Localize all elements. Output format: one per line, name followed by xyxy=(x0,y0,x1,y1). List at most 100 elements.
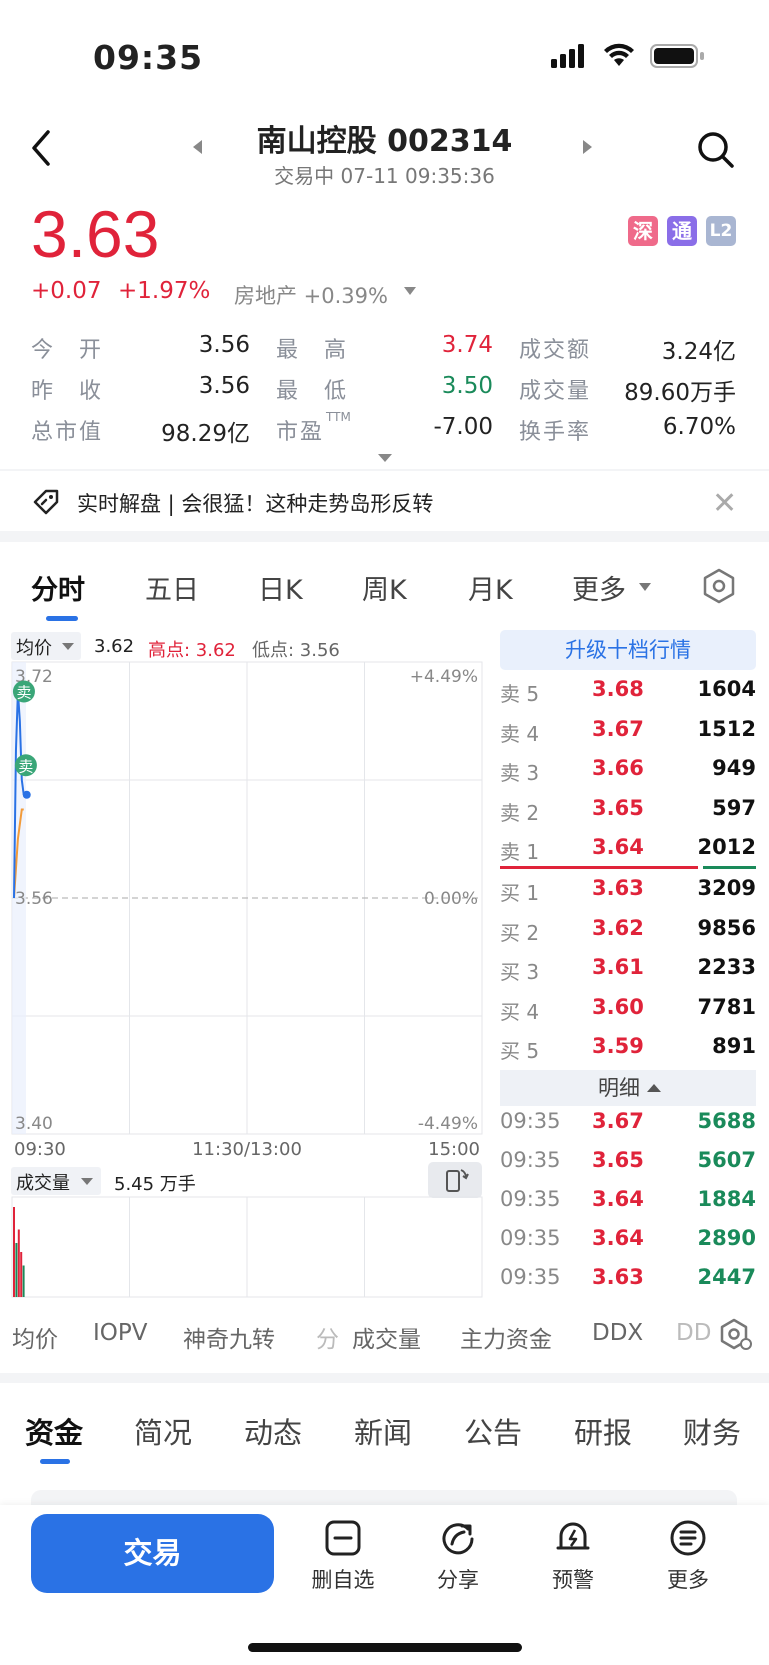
ask-volume: 1604 xyxy=(697,677,756,701)
market-cap-value: 98.29亿 xyxy=(161,421,250,447)
ask-row[interactable]: 卖 5 3.68 1604 xyxy=(500,672,756,711)
info-tab-capital[interactable]: 资金 xyxy=(25,1410,83,1452)
avg-price-value: 3.62 xyxy=(94,636,135,657)
tab-monthly-k[interactable]: 月K xyxy=(468,568,513,607)
tick-volume: 2890 xyxy=(697,1226,756,1250)
pct-label-mid: 0.00% xyxy=(424,889,478,909)
ask-level-label: 卖 5 xyxy=(500,682,540,706)
bid-row[interactable]: 买 3 3.61 2233 xyxy=(500,950,756,989)
chevron-down-icon[interactable] xyxy=(62,643,74,650)
low-value: 3.50 xyxy=(441,373,493,399)
chevron-down-icon[interactable] xyxy=(639,583,651,591)
news-banner-text[interactable]: 实时解盘 | 会很猛！这种走势岛形反转 xyxy=(77,488,433,518)
bid-row[interactable]: 买 1 3.63 3209 xyxy=(500,871,756,910)
ask-divider-red xyxy=(500,866,698,869)
level2-badge: L2 xyxy=(706,216,736,246)
indicator-settings-icon[interactable] xyxy=(718,1318,754,1352)
minus-square-icon xyxy=(325,1520,361,1556)
tab-daily-k[interactable]: 日K xyxy=(258,568,303,607)
upgrade-ten-level-button[interactable]: 升级十档行情 xyxy=(500,630,756,670)
info-tab-news[interactable]: 新闻 xyxy=(354,1410,412,1452)
pct-label-top: +4.49% xyxy=(410,667,478,687)
volume-bars xyxy=(13,1207,25,1297)
indicator-tab-magic-nine[interactable]: 神奇九转 xyxy=(183,1320,275,1354)
settings-hex-icon[interactable] xyxy=(702,568,736,604)
chevron-up-icon[interactable] xyxy=(647,1084,661,1092)
bid-price: 3.59 xyxy=(592,1034,644,1058)
search-icon[interactable] xyxy=(696,130,736,170)
bid-volume: 2233 xyxy=(697,955,756,979)
avg-price-select-label: 均价 xyxy=(16,638,52,659)
sell-marker-label: 卖 xyxy=(18,757,33,775)
y-label-mid: 3.56 xyxy=(15,889,53,909)
tab-more[interactable]: 更多 xyxy=(572,568,626,607)
sector-link[interactable]: 房地产 +0.39% xyxy=(234,280,388,310)
sector-dropdown-icon[interactable] xyxy=(404,287,416,295)
tick-row: 09:35 3.67 5688 xyxy=(500,1106,756,1145)
high-point-text: 高点: 3.62 xyxy=(148,640,236,661)
rotate-screen-button[interactable] xyxy=(428,1162,482,1198)
x-label-open: 09:30 xyxy=(14,1139,66,1160)
bid-price: 3.60 xyxy=(592,994,644,1019)
tick-volume: 1884 xyxy=(697,1187,756,1211)
divider xyxy=(0,531,769,542)
close-icon[interactable]: ✕ xyxy=(712,486,737,521)
tab-weekly-k[interactable]: 周K xyxy=(362,568,407,607)
open-value: 3.56 xyxy=(198,332,250,358)
more-button[interactable]: 更多 xyxy=(643,1518,733,1594)
trade-status: 交易中 07-11 09:35:36 xyxy=(274,164,495,188)
indicator-tab-iopv[interactable]: IOPV xyxy=(93,1320,148,1346)
remove-watchlist-label: 删自选 xyxy=(311,1568,375,1592)
divider xyxy=(0,1373,769,1383)
volume-select-label: 成交量 xyxy=(16,1173,70,1194)
indicator-tab-ddx[interactable]: DDX xyxy=(592,1320,643,1346)
next-stock-arrow-icon[interactable] xyxy=(583,140,592,154)
indicator-tab-partial[interactable]: 分 xyxy=(316,1320,339,1354)
amount-label: 成交额 xyxy=(519,338,592,363)
tick-price: 3.67 xyxy=(592,1109,644,1133)
info-tab-overview[interactable]: 简况 xyxy=(134,1410,192,1452)
indicator-tab-dd[interactable]: DD xyxy=(676,1320,711,1346)
x-label-midday: 11:30/13:00 xyxy=(192,1139,302,1160)
bid-row[interactable]: 买 2 3.62 9856 xyxy=(500,911,756,950)
expand-quote-icon[interactable] xyxy=(378,454,392,462)
bid-level-label: 买 3 xyxy=(500,960,540,984)
indicator-tab-avg[interactable]: 均价 xyxy=(12,1320,58,1354)
bid-row[interactable]: 买 5 3.59 891 xyxy=(500,1029,756,1068)
info-tab-research[interactable]: 研报 xyxy=(574,1410,632,1452)
tab-intraday[interactable]: 分时 xyxy=(31,568,85,607)
tick-price: 3.63 xyxy=(592,1265,644,1289)
bid-volume: 3209 xyxy=(697,876,756,900)
ask-row[interactable]: 卖 4 3.67 1512 xyxy=(500,712,756,751)
tab-active-indicator xyxy=(46,616,78,621)
bid-volume: 7781 xyxy=(697,994,756,1019)
info-tab-dynamics[interactable]: 动态 xyxy=(244,1410,302,1452)
high-value: 3.74 xyxy=(441,332,493,358)
pe-label: 市盈 xyxy=(276,420,325,445)
share-button[interactable]: 分享 xyxy=(413,1518,503,1594)
price-change-percent: +1.97% xyxy=(118,278,211,304)
intraday-chart[interactable]: 3.72 3.56 3.40 +4.49% 0.00% -4.49% 卖卖 09… xyxy=(0,660,490,1165)
ask-row[interactable]: 卖 2 3.65 597 xyxy=(500,791,756,830)
more-label: 更多 xyxy=(667,1568,709,1592)
tab-five-day[interactable]: 五日 xyxy=(145,568,199,607)
bid-price: 3.63 xyxy=(592,876,644,900)
divider xyxy=(0,469,769,471)
volume-label: 成交量 xyxy=(519,379,592,404)
share-icon xyxy=(442,1523,474,1555)
info-tab-announcements[interactable]: 公告 xyxy=(464,1410,522,1452)
indicator-tab-volume[interactable]: 成交量 xyxy=(352,1320,421,1354)
pe-value: -7.00 xyxy=(433,414,493,440)
bid-row[interactable]: 买 4 3.60 7781 xyxy=(500,990,756,1029)
detail-header[interactable]: 明细 xyxy=(500,1070,756,1106)
ask-row[interactable]: 卖 3 3.66 949 xyxy=(500,751,756,790)
trade-button[interactable]: 交易 xyxy=(31,1514,274,1593)
ask-volume: 949 xyxy=(712,756,756,780)
chevron-down-icon[interactable] xyxy=(81,1178,93,1185)
indicator-tab-main-capital[interactable]: 主力资金 xyxy=(460,1320,552,1354)
info-tab-financials[interactable]: 财务 xyxy=(683,1410,741,1452)
ask-row[interactable]: 卖 1 3.64 2012 xyxy=(500,830,756,869)
remove-watchlist-button[interactable]: 删自选 xyxy=(298,1518,388,1594)
alert-button[interactable]: 预警 xyxy=(528,1518,618,1594)
bid-level-label: 买 1 xyxy=(500,881,540,905)
